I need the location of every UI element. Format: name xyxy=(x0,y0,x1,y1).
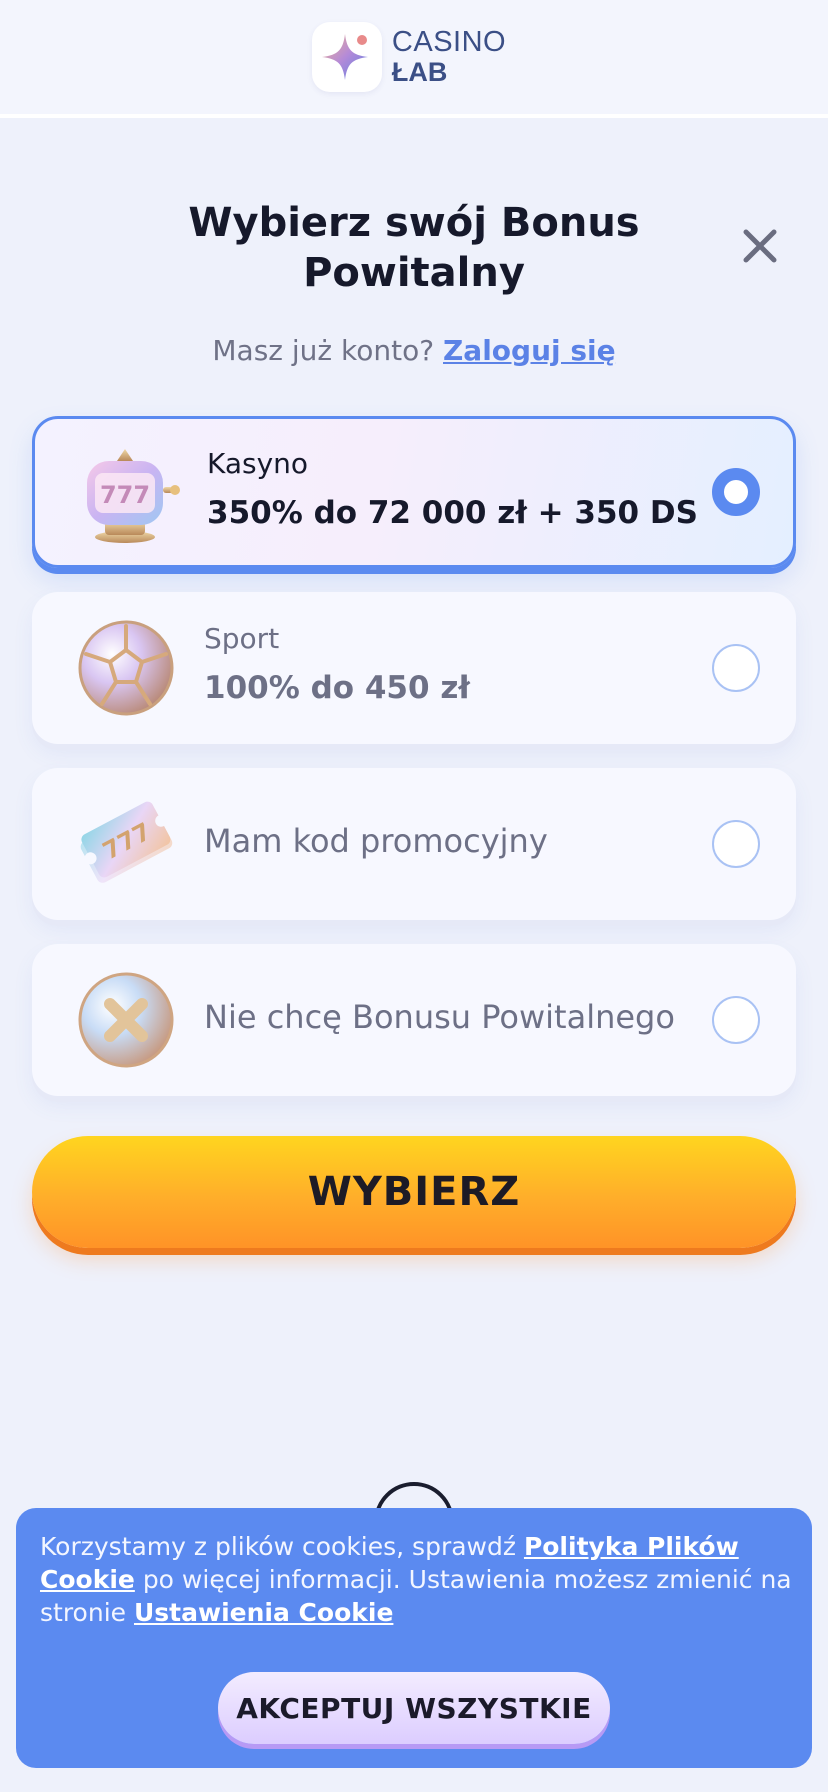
radio-unselected[interactable] xyxy=(712,996,760,1044)
close-button[interactable] xyxy=(736,222,784,270)
login-link[interactable]: Zaloguj się xyxy=(443,334,616,367)
svg-text:777: 777 xyxy=(100,481,150,509)
option-value: 100% do 450 zł xyxy=(204,670,470,706)
sparkle-logo-icon xyxy=(311,22,382,92)
slot-machine-icon: 777 xyxy=(77,443,181,547)
football-icon xyxy=(74,616,178,720)
casino-lab-logo[interactable]: CASINO ŁAB xyxy=(311,22,507,92)
cookie-text: Korzystamy z plików cookies, sprawdź Pol… xyxy=(40,1530,800,1629)
bonus-option-sport[interactable]: Sport 100% do 450 zł xyxy=(32,592,796,744)
login-prompt: Masz już konto? Zaloguj się xyxy=(0,334,828,367)
option-label: Mam kod promocyjny xyxy=(204,822,548,860)
option-label: Kasyno xyxy=(207,447,309,480)
cookie-text-part-1: Korzystamy z plików cookies, sprawdź xyxy=(40,1532,516,1561)
modal-title: Wybierz swój Bonus Powitalny xyxy=(188,200,640,296)
radio-selected[interactable] xyxy=(712,468,760,516)
no-bonus-icon xyxy=(74,968,178,1072)
login-prompt-text: Masz już konto? xyxy=(212,334,435,367)
accept-all-cookies-button[interactable]: AKCEPTUJ WSZYSTKIE xyxy=(218,1672,610,1744)
radio-unselected[interactable] xyxy=(712,644,760,692)
header: CASINO ŁAB xyxy=(0,0,828,118)
logo-text-lab: ŁAB xyxy=(391,57,448,87)
option-label: Sport xyxy=(204,622,280,655)
logo-text-casino: CASINO xyxy=(391,26,507,58)
cookie-settings-link[interactable]: Ustawienia Cookie xyxy=(134,1598,393,1627)
option-label: Nie chcę Bonusu Powitalnego xyxy=(204,998,675,1036)
bonus-option-no-bonus[interactable]: Nie chcę Bonusu Powitalnego xyxy=(32,944,796,1096)
option-value: 350% do 72 000 zł + 350 DS xyxy=(207,495,698,531)
page: CASINO ŁAB Wybierz swój Bonus Powitalny … xyxy=(0,0,828,1792)
bonus-option-promo-code[interactable]: 777 Mam kod promocyjny xyxy=(32,768,796,920)
bonus-option-casino[interactable]: 777 Kasyno 350% do 72 000 zł + 350 DS xyxy=(32,416,796,568)
promo-ticket-icon: 777 xyxy=(74,792,178,896)
close-icon xyxy=(743,229,777,263)
radio-unselected[interactable] xyxy=(712,820,760,868)
cookie-banner: Korzystamy z plików cookies, sprawdź Pol… xyxy=(16,1508,812,1768)
select-bonus-button[interactable]: WYBIERZ xyxy=(32,1136,796,1248)
